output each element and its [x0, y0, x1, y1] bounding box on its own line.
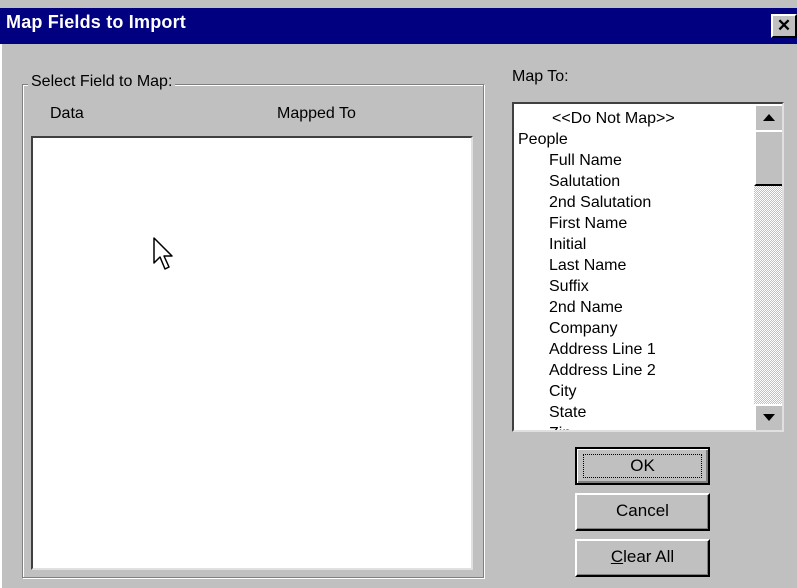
- select-field-label: Select Field to Map:: [28, 73, 176, 91]
- map-to-item[interactable]: Initial: [518, 234, 758, 255]
- map-to-item[interactable]: <<Do Not Map>>: [518, 108, 758, 129]
- column-header-mapped-to[interactable]: Mapped To: [277, 105, 356, 123]
- map-to-item[interactable]: State: [518, 402, 758, 423]
- window-title: Map Fields to Import: [6, 12, 187, 32]
- column-header-data[interactable]: Data: [50, 105, 84, 123]
- mouse-pointer-icon: [153, 237, 173, 270]
- ok-button-label: OK: [583, 454, 702, 478]
- map-to-item[interactable]: 2nd Salutation: [518, 192, 758, 213]
- map-to-label: Map To:: [512, 68, 569, 85]
- map-to-item[interactable]: Company: [518, 318, 758, 339]
- field-list[interactable]: [31, 136, 473, 570]
- map-to-item[interactable]: Address Line 1: [518, 339, 758, 360]
- map-to-item[interactable]: Salutation: [518, 171, 758, 192]
- scroll-thumb[interactable]: [754, 130, 782, 186]
- map-to-list[interactable]: <<Do Not Map>> People Full Name Salutation 2…: [512, 102, 784, 432]
- clear-all-label: lear All: [623, 547, 675, 566]
- close-icon[interactable]: ✕: [771, 14, 797, 38]
- cancel-button[interactable]: Cancel: [575, 493, 710, 531]
- map-to-item[interactable]: First Name: [518, 213, 758, 234]
- map-to-item[interactable]: City: [518, 381, 758, 402]
- clear-all-accelerator: C: [610, 547, 624, 566]
- arrow-up-icon: [763, 114, 775, 121]
- map-to-items: <<Do Not Map>> People Full Name Salutation 2…: [518, 108, 758, 430]
- vertical-scrollbar[interactable]: [754, 104, 782, 430]
- map-to-item[interactable]: Zip: [518, 423, 758, 430]
- ok-button[interactable]: OK: [575, 447, 710, 485]
- scroll-down-button[interactable]: [754, 404, 782, 430]
- title-bar[interactable]: Map Fields to Import ✕: [0, 8, 797, 44]
- arrow-down-icon: [763, 414, 775, 421]
- dialog-edge: [0, 44, 2, 588]
- map-to-item[interactable]: People: [518, 129, 758, 150]
- map-to-item[interactable]: Full Name: [518, 150, 758, 171]
- map-to-item[interactable]: 2nd Name: [518, 297, 758, 318]
- map-to-item[interactable]: Last Name: [518, 255, 758, 276]
- map-to-item[interactable]: Suffix: [518, 276, 758, 297]
- map-to-item[interactable]: Address Line 2: [518, 360, 758, 381]
- clear-all-button[interactable]: Clear All: [575, 539, 710, 577]
